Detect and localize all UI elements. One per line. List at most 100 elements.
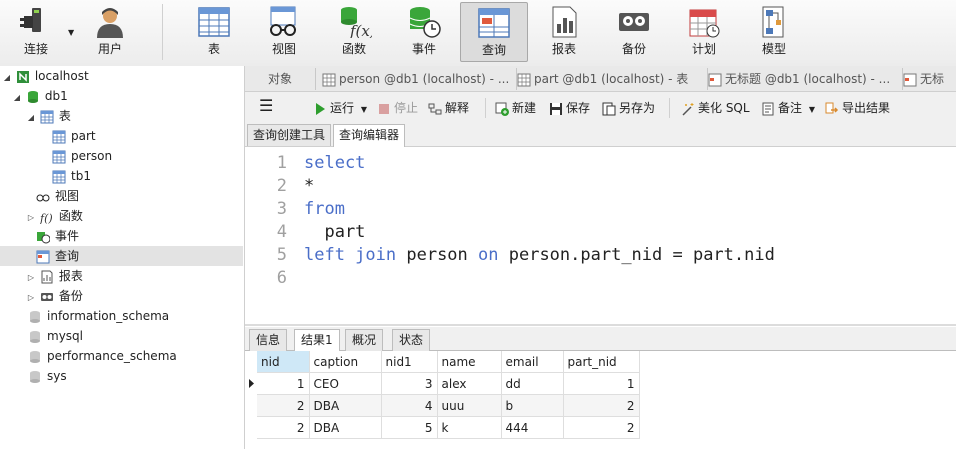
column-header[interactable]: caption xyxy=(309,351,382,373)
column-header[interactable]: nid1 xyxy=(381,351,438,373)
toolbar-table-button[interactable]: 表 xyxy=(180,2,248,62)
toolbar-function-button[interactable]: f(x) 函数 xyxy=(320,2,388,62)
sql-text: person xyxy=(396,245,479,265)
pane-splitter[interactable] xyxy=(245,324,956,326)
table-cell[interactable]: uuu xyxy=(437,394,502,417)
tree-node-tables[interactable]: ◢ 表 xyxy=(26,106,71,126)
toolbar-user-button[interactable]: 用户 xyxy=(76,2,144,62)
toolbar-connection-button[interactable]: 连接 xyxy=(2,2,70,62)
toolbar-label: 模型 xyxy=(761,42,786,56)
table-cell[interactable]: CEO xyxy=(309,372,382,395)
table-cell[interactable]: 444 xyxy=(501,416,564,439)
tree-label: 表 xyxy=(58,109,71,123)
save-as-button[interactable]: 另存为 xyxy=(602,99,655,117)
table-cell[interactable]: 4 xyxy=(381,394,438,417)
event-icon xyxy=(37,231,50,243)
run-button[interactable]: 运行 ▼ xyxy=(313,99,367,117)
tab-query-builder[interactable]: 查询创建工具 xyxy=(247,124,332,146)
new-query-button[interactable]: 新建 xyxy=(495,99,536,117)
table-cell[interactable]: 5 xyxy=(381,416,438,439)
tree-node-reports[interactable]: ▷ 报表 xyxy=(26,266,83,286)
tab-result1[interactable]: 结果1 xyxy=(294,329,340,352)
toolbar-report-button[interactable]: 报表 xyxy=(530,2,598,62)
tree-node-functions[interactable]: ▷ f() 函数 xyxy=(26,206,83,226)
chevron-down-icon[interactable]: ▼ xyxy=(809,105,815,114)
stop-button[interactable]: 停止 xyxy=(377,99,418,117)
line-number: 6 xyxy=(276,268,287,288)
table-row[interactable]: 2 DBA 5 k 444 2 xyxy=(257,416,640,439)
table-cell[interactable]: dd xyxy=(501,372,564,395)
table-cell[interactable]: 1 xyxy=(563,372,640,395)
tree-node-table-part[interactable]: part xyxy=(52,126,96,146)
tree-node-performance-schema[interactable]: performance_schema xyxy=(28,346,177,366)
backup-icon xyxy=(40,292,53,301)
toolbar-schedule-button[interactable]: 计划 xyxy=(670,2,738,62)
column-header[interactable]: email xyxy=(501,351,564,373)
column-header[interactable]: part_nid xyxy=(563,351,640,373)
tree-node-connection[interactable]: ◢ localhost xyxy=(2,66,89,86)
table-cell[interactable]: alex xyxy=(437,372,502,395)
toolbar-backup-button[interactable]: 备份 xyxy=(600,2,668,62)
beautify-sql-button[interactable]: 美化 SQL xyxy=(681,99,750,117)
tree-node-queries[interactable]: 查询 xyxy=(0,246,243,266)
toolbar-event-button[interactable]: 事件 xyxy=(390,2,458,62)
toolbar-label: 计划 xyxy=(691,42,716,56)
collapse-icon[interactable]: ◢ xyxy=(12,88,22,108)
collapse-icon[interactable]: ◢ xyxy=(2,68,12,88)
expand-icon[interactable]: ▷ xyxy=(26,268,36,288)
tree-node-views[interactable]: 视图 xyxy=(36,186,79,206)
tree-label: 查询 xyxy=(55,249,80,263)
column-header[interactable]: name xyxy=(437,351,502,373)
table-cell[interactable]: 2 xyxy=(563,394,640,417)
tab-untitled-query[interactable]: 无标题 @db1 (localhost) - ... xyxy=(702,68,903,90)
collapse-icon[interactable]: ◢ xyxy=(26,108,36,128)
sql-editor[interactable]: 1 2 3 4 5 6 select * from part left join… xyxy=(245,147,956,327)
tree-node-events[interactable]: 事件 xyxy=(36,226,79,246)
sql-keyword: left join xyxy=(304,245,397,265)
expand-icon[interactable]: ▷ xyxy=(26,208,36,228)
tree-node-table-person[interactable]: person xyxy=(52,146,112,166)
table-cell[interactable]: 3 xyxy=(381,372,438,395)
tab-label: 概况 xyxy=(352,333,377,347)
table-cell[interactable]: 2 xyxy=(257,394,310,417)
tab-overview[interactable]: 概况 xyxy=(345,329,384,351)
explain-button[interactable]: 解释 xyxy=(428,99,469,117)
tab-person-table[interactable]: person @db1 (localhost) - ... xyxy=(316,68,517,90)
table-cell[interactable]: k xyxy=(437,416,502,439)
tree-node-mysql[interactable]: mysql xyxy=(28,326,83,346)
tree-label: tb1 xyxy=(71,169,91,183)
save-button[interactable]: 保存 xyxy=(549,99,590,117)
table-cell[interactable]: DBA xyxy=(309,416,382,439)
chevron-down-icon[interactable]: ▼ xyxy=(68,28,74,37)
tree-node-table-tb1[interactable]: tb1 xyxy=(52,166,91,186)
table-row[interactable]: 1 CEO 3 alex dd 1 xyxy=(257,372,640,395)
run-label: 运行 xyxy=(330,101,355,115)
export-result-button[interactable]: 导出结果 xyxy=(825,99,890,117)
table-cell[interactable]: b xyxy=(501,394,564,417)
tree-node-backups[interactable]: ▷ 备份 xyxy=(26,286,83,306)
tab-part-table[interactable]: part @db1 (localhost) - 表 xyxy=(511,68,708,90)
table-cell[interactable]: DBA xyxy=(309,394,382,417)
tab-info[interactable]: 信息 xyxy=(249,329,288,351)
toolbar-model-button[interactable]: 模型 xyxy=(740,2,808,62)
tree-node-db1[interactable]: ◢ db1 xyxy=(12,86,68,106)
tree-node-information-schema[interactable]: information_schema xyxy=(28,306,169,326)
table-row[interactable]: 2 DBA 4 uuu b 2 xyxy=(257,394,640,417)
toolbar-query-button[interactable]: 查询 xyxy=(460,2,528,62)
table-cell[interactable]: 2 xyxy=(563,416,640,439)
tab-objects[interactable]: 对象 xyxy=(245,68,316,90)
tab-untitled-query-2[interactable]: 无标 xyxy=(897,68,956,90)
tree-label: localhost xyxy=(34,69,89,83)
tab-query-editor[interactable]: 查询编辑器 xyxy=(333,124,406,147)
connection-node-icon xyxy=(16,70,29,83)
table-cell[interactable]: 2 xyxy=(257,416,310,439)
toolbar-view-button[interactable]: 视图 xyxy=(250,2,318,62)
tab-status[interactable]: 状态 xyxy=(392,329,431,351)
expand-icon[interactable]: ▷ xyxy=(26,288,36,308)
menu-icon[interactable]: ☰ xyxy=(259,97,273,115)
tree-node-sys[interactable]: sys xyxy=(28,366,67,386)
column-header[interactable]: nid xyxy=(257,351,310,373)
note-button[interactable]: 备注 ▼ xyxy=(761,99,815,117)
chevron-down-icon[interactable]: ▼ xyxy=(361,105,367,114)
table-cell[interactable]: 1 xyxy=(257,372,310,395)
